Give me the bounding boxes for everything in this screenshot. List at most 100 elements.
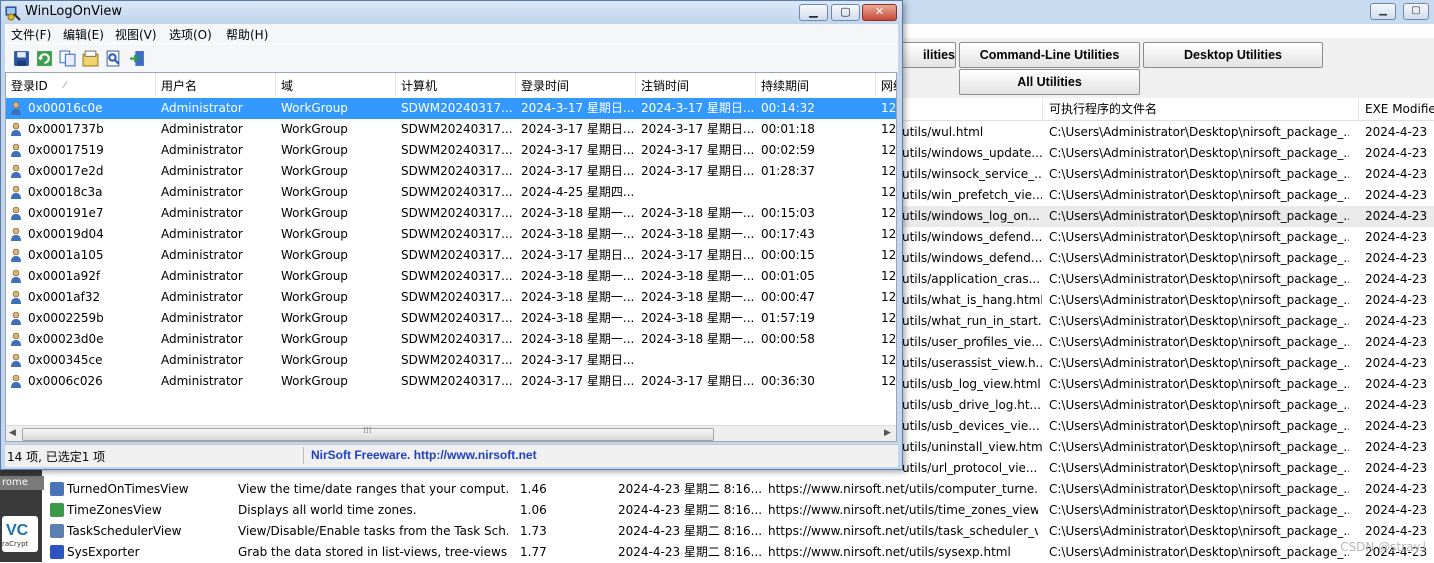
- cell-exe-path: C:\Users\Administrator\Desktop\nirsoft_p…: [1049, 545, 1349, 559]
- table-row[interactable]: 0x00017519 Administrator WorkGroup SDWM2024…: [6, 140, 896, 161]
- maximize-button[interactable]: ▢: [831, 4, 860, 21]
- column-header-exe-filename[interactable]: 可执行程序的文件名: [1042, 98, 1359, 120]
- desktop-icon-label: rome: [0, 476, 44, 490]
- column-header-exe-modified[interactable]: EXE Modifie: [1358, 98, 1434, 120]
- user-icon: [11, 101, 21, 115]
- scrollbar-thumb[interactable]: ⁞⁞⁞: [22, 426, 714, 441]
- user-icon: [11, 206, 21, 220]
- column-header-logon-id[interactable]: 登录ID ⁄: [6, 73, 156, 97]
- menu-view[interactable]: 视图(V): [115, 26, 157, 43]
- background-maximize-button[interactable]: ▢: [1403, 3, 1429, 20]
- horizontal-scrollbar[interactable]: ◀ ⁞⁞⁞ ▶: [6, 425, 896, 441]
- background-list-row[interactable]: TimeZonesView Displays all world time zon…: [0, 500, 1434, 521]
- table-row[interactable]: 0x000191e7 Administrator WorkGroup SDWM2024…: [6, 203, 896, 224]
- column-header-logon-time[interactable]: 登录时间: [516, 73, 636, 97]
- menu-file[interactable]: 文件(F): [11, 26, 51, 43]
- table-row[interactable]: 0x0001a105 Administrator WorkGroup SDWM2024…: [6, 245, 896, 266]
- table-row[interactable]: 0x0002259b Administrator WorkGroup SDWM2024…: [6, 308, 896, 329]
- cell-url: utils/usb_drive_log.ht...: [902, 398, 1041, 412]
- veracrypt-icon[interactable]: VC raCrypt: [2, 516, 38, 552]
- table-row[interactable]: 0x0006c026 Administrator WorkGroup SDWM2024…: [6, 371, 896, 392]
- cell-url: utils/windows_defend...: [902, 251, 1042, 265]
- cell-exe-date: 2024-4-23: [1365, 377, 1428, 391]
- cell-user: Administrator: [161, 143, 243, 157]
- menu-options[interactable]: 选项(O): [169, 26, 212, 43]
- user-icon: [11, 164, 21, 178]
- utility-icon: [50, 482, 64, 496]
- cell-computer: SDWM20240317...: [401, 248, 513, 262]
- window-titlebar[interactable]: WinLogOnView ▁ ▢ ✕: [1, 1, 902, 24]
- cell-logon-id: 0x000191e7: [28, 206, 104, 220]
- menu-edit[interactable]: 编辑(E): [63, 26, 104, 43]
- save-icon[interactable]: [13, 50, 30, 67]
- cell-exe-date: 2024-4-23: [1365, 419, 1428, 433]
- command-line-utilities-button[interactable]: Command-Line Utilities: [959, 42, 1140, 68]
- properties-icon[interactable]: [82, 50, 99, 67]
- background-minimize-button[interactable]: ▁: [1370, 3, 1396, 20]
- cell-computer: SDWM20240317...: [401, 143, 513, 157]
- cell-logon-time: 2024-3-17 星期日...: [521, 143, 633, 157]
- logon-list[interactable]: 登录ID ⁄ 用户名 域 计算机 登录时间 注销时间 持续期间 网络 0x0001…: [5, 72, 897, 442]
- column-header-logoff-time[interactable]: 注销时间: [636, 73, 756, 97]
- scroll-right-icon[interactable]: ▶: [884, 428, 891, 438]
- minimize-button[interactable]: ▁: [799, 4, 828, 21]
- menu-help[interactable]: 帮助(H): [226, 26, 268, 43]
- cell-url: utils/user_profiles_vie...: [902, 335, 1042, 349]
- column-header-duration[interactable]: 持续期间: [756, 73, 876, 97]
- cell-version: 1.77: [520, 545, 547, 559]
- desktop-utilities-button[interactable]: Desktop Utilities: [1143, 42, 1323, 68]
- column-header-computer[interactable]: 计算机: [396, 73, 516, 97]
- cell-exe-date: 2024-4-23: [1365, 230, 1428, 244]
- cell-exe-date: 2024-4-23: [1365, 461, 1428, 475]
- cell-computer: SDWM20240317...: [401, 353, 513, 367]
- utility-icon: [50, 503, 64, 517]
- cell-logon-time: 2024-3-18 星期一...: [521, 311, 633, 325]
- user-icon: [11, 269, 21, 283]
- table-row[interactable]: 0x0001af32 Administrator WorkGroup SDWM2024…: [6, 287, 896, 308]
- cell-network: 12: [881, 185, 896, 199]
- table-row[interactable]: 0x000345ce Administrator WorkGroup SDWM2024…: [6, 350, 896, 371]
- table-row[interactable]: 0x0001a92f Administrator WorkGroup SDWM2024…: [6, 266, 896, 287]
- background-list-header: 可执行程序的文件名 EXE Modifie: [896, 98, 1434, 121]
- table-row[interactable]: 0x00016c0e Administrator WorkGroup SDWM2024…: [6, 98, 896, 119]
- exit-icon[interactable]: [129, 50, 146, 67]
- cell-network: 12: [881, 311, 896, 325]
- column-header-domain[interactable]: 域: [276, 73, 396, 97]
- column-header-label: 登录ID: [11, 79, 48, 93]
- cell-network: 12: [881, 164, 896, 178]
- table-row[interactable]: 0x00017e2d Administrator WorkGroup SDWM2024…: [6, 161, 896, 182]
- table-row[interactable]: 0x00023d0e Administrator WorkGroup SDWM2024…: [6, 329, 896, 350]
- background-list-row[interactable]: TaskSchedulerView View/Disable/Enable tas…: [0, 521, 1434, 542]
- cell-exe-path: C:\Users\Administrator\Desktop\nirsoft_p…: [1049, 440, 1349, 454]
- cell-url: https://www.nirsoft.net/utils/task_sched…: [768, 524, 1038, 538]
- nirsoft-link[interactable]: NirSoft Freeware. http://www.nirsoft.net: [311, 448, 537, 462]
- cell-exe-date: 2024-4-23: [1365, 335, 1428, 349]
- column-header-network[interactable]: 网络: [876, 73, 896, 97]
- cell-logon-id: 0x0001a92f: [28, 269, 101, 283]
- cell-exe-date: 2024-4-23: [1365, 125, 1428, 139]
- cell-exe-path: C:\Users\Administrator\Desktop\nirsoft_p…: [1049, 335, 1349, 349]
- find-icon[interactable]: [105, 50, 122, 67]
- cell-exe-path: C:\Users\Administrator\Desktop\nirsoft_p…: [1049, 146, 1349, 160]
- cell-exe-path: C:\Users\Administrator\Desktop\nirsoft_p…: [1049, 356, 1349, 370]
- cell-exe-path: C:\Users\Administrator\Desktop\nirsoft_p…: [1049, 461, 1349, 475]
- table-row[interactable]: 0x00019d04 Administrator WorkGroup SDWM2024…: [6, 224, 896, 245]
- copy-icon[interactable]: [59, 50, 76, 67]
- user-icon: [11, 248, 21, 262]
- cell-domain: WorkGroup: [281, 332, 348, 346]
- table-row[interactable]: 0x00018c3a Administrator WorkGroup SDWM2024…: [6, 182, 896, 203]
- background-list-row[interactable]: SysExporter Grab the data stored in list-…: [0, 542, 1434, 563]
- background-list-row[interactable]: TurnedOnTimesView View the time/date rang…: [0, 479, 1434, 500]
- cell-user: Administrator: [161, 101, 243, 115]
- app-icon: [5, 6, 21, 21]
- close-button[interactable]: ✕: [862, 4, 897, 21]
- cell-url: utils/application_cras...: [902, 272, 1041, 286]
- column-header-user[interactable]: 用户名: [156, 73, 276, 97]
- cell-duration: 00:00:47: [761, 290, 815, 304]
- table-row[interactable]: 0x0001737b Administrator WorkGroup SDWM2024…: [6, 119, 896, 140]
- all-utilities-button[interactable]: All Utilities: [959, 69, 1140, 95]
- scroll-left-icon[interactable]: ◀: [9, 428, 16, 438]
- cell-exe-path: C:\Users\Administrator\Desktop\nirsoft_p…: [1049, 293, 1349, 307]
- refresh-icon[interactable]: [36, 50, 53, 67]
- cell-url: utils/windows_defend...: [902, 230, 1042, 244]
